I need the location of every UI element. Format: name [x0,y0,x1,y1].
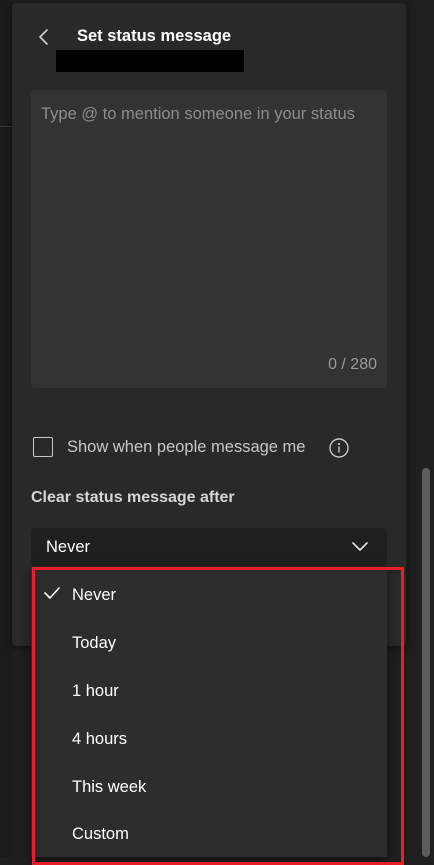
dialog-title: Set status message [77,27,232,45]
option-today[interactable]: Today [31,619,387,663]
show-when-messaged-checkbox[interactable] [33,437,53,457]
background-left-strip [0,0,12,857]
background-divider [0,126,12,127]
option-label: This week [72,778,147,796]
clear-after-label: Clear status message after [31,489,235,506]
scrollbar-thumb[interactable] [422,468,430,857]
option-this-week[interactable]: This week [31,763,387,807]
back-button[interactable] [30,23,58,51]
option-4-hours[interactable]: 4 hours [31,715,387,759]
option-label: 4 hours [72,730,128,748]
option-1-hour[interactable]: 1 hour [31,667,387,711]
clear-after-options-menu: Never Today 1 hour 4 hours This week Cus… [31,567,387,857]
info-icon[interactable] [328,437,350,459]
character-counter: 0 / 280 [328,356,377,373]
chevron-down-icon [352,542,368,551]
option-label: 1 hour [72,682,119,700]
show-when-messaged-label[interactable]: Show when people message me [67,436,305,458]
redacted-user-name [56,50,244,72]
clear-after-dropdown[interactable]: Never [31,528,387,566]
option-never[interactable]: Never [31,571,387,615]
option-custom[interactable]: Custom [31,810,387,854]
option-label: Today [72,634,117,652]
clear-after-selected-value: Never [46,538,91,556]
status-message-input[interactable]: Type @ to mention someone in your status… [31,90,387,388]
status-input-placeholder: Type @ to mention someone in your status [41,105,355,123]
checkmark-icon [44,587,60,599]
chevron-left-icon [39,29,48,45]
option-label: Never [72,586,117,604]
option-label: Custom [72,825,129,843]
